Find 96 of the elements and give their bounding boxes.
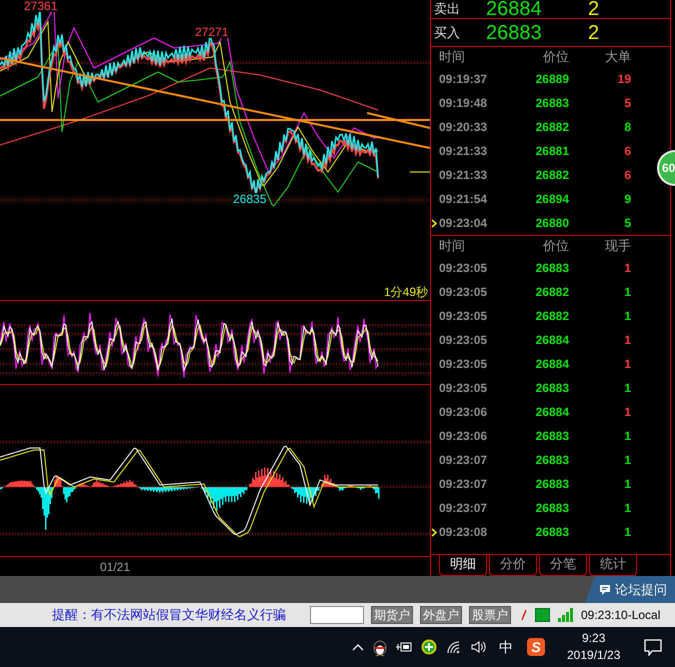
caret-up-icon[interactable] xyxy=(352,643,364,651)
trade-quantity: 9 xyxy=(623,191,631,208)
trade-price: 26894 xyxy=(534,191,569,208)
trade-time: 09:19:48 xyxy=(439,95,488,112)
trade-price: 26883 xyxy=(534,476,569,493)
trade-quantity: 1 xyxy=(623,308,631,325)
trade-quantity: 1 xyxy=(623,500,631,517)
forum-question-button[interactable]: 论坛提问 xyxy=(585,576,675,603)
price-label: 27271 xyxy=(195,26,228,38)
column-header: 大单 xyxy=(604,48,631,66)
trade-price: 26882 xyxy=(534,284,569,301)
trade-price: 26883 xyxy=(534,524,569,541)
trade-price: 26883 xyxy=(534,428,569,445)
account-button[interactable]: 期货户 xyxy=(371,606,413,624)
trade-time: 09:23:05 xyxy=(439,260,488,277)
buy-label: 买入 xyxy=(434,24,461,42)
panel-tab[interactable]: 分笔 xyxy=(539,555,587,576)
chat-icon xyxy=(599,584,611,596)
trade-time: 09:23:04 xyxy=(439,215,488,232)
trade-time: 09:23:05 xyxy=(439,332,488,349)
column-header: 时间 xyxy=(439,237,466,256)
trade-price: 26882 xyxy=(534,119,569,136)
trade-time: 09:23:06 xyxy=(439,404,488,421)
account-button[interactable]: 外盘户 xyxy=(420,606,462,624)
trade-quantity: 5 xyxy=(623,215,631,232)
trade-price: 26883 xyxy=(534,452,569,469)
trade-quantity: 5 xyxy=(623,95,631,112)
speaker-icon[interactable] xyxy=(471,640,487,654)
input-method-indicator[interactable]: 中 xyxy=(499,636,513,658)
trade-price: 26889 xyxy=(534,71,569,88)
price-label: 26835 xyxy=(233,193,266,205)
trade-time: 09:23:05 xyxy=(439,308,488,325)
trade-quantity: 1 xyxy=(623,476,631,493)
panel-tab[interactable]: 分价 xyxy=(489,555,537,576)
column-header: 价位 xyxy=(542,237,569,256)
trade-price: 26883 xyxy=(534,260,569,277)
trade-quantity: 1 xyxy=(623,452,631,469)
input-field[interactable] xyxy=(310,606,364,624)
trade-quantity: 8 xyxy=(623,119,631,136)
sell-price: 26884 xyxy=(486,0,543,22)
trade-time: 09:21:54 xyxy=(439,191,488,208)
price-label: 27361 xyxy=(24,0,58,12)
trade-quantity: 1 xyxy=(623,428,631,445)
taskbar-clock[interactable]: 9:23 2019/1/23 xyxy=(567,630,620,664)
warning-notice: 提醒：有不法网站假冒文华财经名义行骗 xyxy=(52,606,287,624)
sell-volume: 2 xyxy=(588,0,600,22)
trade-price: 26883 xyxy=(534,500,569,517)
column-header: 现手 xyxy=(604,237,631,256)
trade-price: 26881 xyxy=(534,143,569,160)
trade-time: 09:23:07 xyxy=(439,476,488,493)
trade-time: 09:23:08 xyxy=(439,524,488,541)
buy-price: 26883 xyxy=(486,20,543,46)
trade-quantity: 1 xyxy=(623,260,631,277)
penguin-icon[interactable] xyxy=(373,638,387,656)
trade-price: 26884 xyxy=(534,332,569,349)
trade-time: 09:19:37 xyxy=(439,71,488,88)
trade-price: 26883 xyxy=(534,380,569,397)
panel-tab[interactable]: 统计 xyxy=(589,555,637,576)
sell-label: 卖出 xyxy=(434,0,461,18)
trade-quantity: 1 xyxy=(623,284,631,301)
trade-price: 26884 xyxy=(534,404,569,421)
status-time: 09:23:10-Local xyxy=(581,607,660,624)
wifi-icon[interactable] xyxy=(446,640,462,654)
plus-circle-icon[interactable] xyxy=(421,639,437,655)
trade-price: 26882 xyxy=(534,167,569,184)
trade-time: 09:21:33 xyxy=(439,167,488,184)
trade-quantity: 19 xyxy=(616,71,631,88)
buy-volume: 2 xyxy=(588,20,600,46)
trade-time: 09:21:33 xyxy=(439,143,488,160)
column-header: 价位 xyxy=(542,48,569,66)
trade-time: 09:23:07 xyxy=(439,452,488,469)
trade-time: 09:23:05 xyxy=(439,284,488,301)
trade-quantity: 6 xyxy=(623,167,631,184)
panel-tab[interactable]: 明细 xyxy=(439,555,487,576)
trade-time: 09:23:05 xyxy=(439,380,488,397)
trade-price: 26880 xyxy=(534,215,569,232)
countdown-timer: 1分49秒 xyxy=(384,286,428,298)
trade-quantity: 1 xyxy=(623,380,631,397)
trade-quantity: 6 xyxy=(623,143,631,160)
slash-icon xyxy=(521,609,527,621)
trade-quantity: 1 xyxy=(623,404,631,421)
trade-time: 09:20:33 xyxy=(439,119,488,136)
trade-quantity: 1 xyxy=(623,356,631,373)
trade-time: 09:23:06 xyxy=(439,428,488,445)
notification-icon[interactable] xyxy=(644,639,662,656)
trade-price: 26884 xyxy=(534,356,569,373)
column-header: 时间 xyxy=(439,48,466,66)
battery-plug-icon[interactable] xyxy=(396,641,412,653)
trade-quantity: 1 xyxy=(623,524,631,541)
trade-quantity: 1 xyxy=(623,332,631,349)
account-button[interactable]: 股票户 xyxy=(469,606,511,624)
trade-price: 26883 xyxy=(534,95,569,112)
trade-time: 09:23:05 xyxy=(439,356,488,373)
trade-price: 26882 xyxy=(534,308,569,325)
trade-time: 09:23:07 xyxy=(439,500,488,517)
signal-icon xyxy=(558,608,573,622)
